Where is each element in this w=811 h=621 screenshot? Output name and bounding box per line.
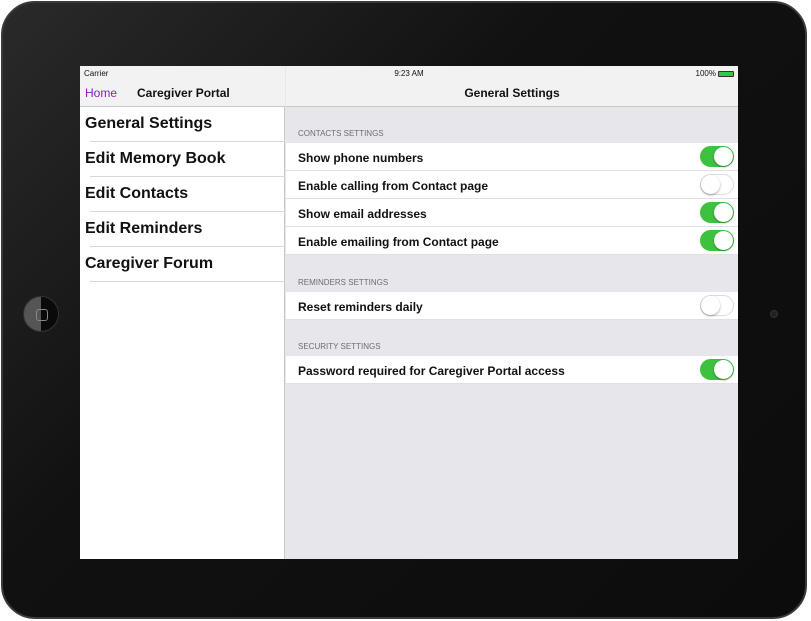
- enable-calling-toggle[interactable]: [700, 174, 734, 195]
- setting-row: Enable emailing from Contact page: [286, 227, 738, 255]
- section-header: SECURITY SETTINGS: [298, 342, 381, 351]
- section-header: REMINDERS SETTINGS: [298, 278, 389, 287]
- sidebar-item-edit-memory-book[interactable]: Edit Memory Book: [80, 142, 285, 177]
- home-back-button[interactable]: Home: [85, 86, 117, 100]
- setting-label: Show phone numbers: [298, 151, 424, 165]
- home-button[interactable]: [23, 296, 59, 332]
- setting-label: Password required for Caregiver Portal a…: [298, 364, 565, 378]
- page-title: General Settings: [464, 86, 560, 100]
- sidebar-item-general-settings[interactable]: General Settings: [80, 107, 285, 142]
- setting-label: Enable calling from Contact page: [298, 179, 489, 193]
- sidebar-item-caregiver-forum[interactable]: Caregiver Forum: [80, 247, 285, 282]
- setting-row: Password required for Caregiver Portal a…: [286, 356, 738, 384]
- home-square-icon: [36, 309, 48, 321]
- password-required-toggle[interactable]: [700, 359, 734, 380]
- clock: 9:23 AM: [394, 69, 424, 78]
- camera-icon: [770, 310, 778, 318]
- setting-label: Reset reminders daily: [298, 300, 423, 314]
- sidebar-item-edit-contacts[interactable]: Edit Contacts: [80, 177, 285, 212]
- setting-row: Enable calling from Contact page: [286, 171, 738, 199]
- show-phone-toggle[interactable]: [700, 146, 734, 167]
- sidebar-item-edit-reminders[interactable]: Edit Reminders: [80, 212, 285, 247]
- section-header: CONTACTS SETTINGS: [298, 129, 384, 138]
- sidebar-title: Caregiver Portal: [137, 86, 230, 100]
- show-email-toggle[interactable]: [700, 202, 734, 223]
- setting-row: Show email addresses: [286, 199, 738, 227]
- setting-label: Show email addresses: [298, 207, 427, 221]
- enable-emailing-toggle[interactable]: [700, 230, 734, 251]
- screen: Carrier 9:23 AM 100% Home Caregiver Port…: [80, 66, 738, 559]
- setting-label: Enable emailing from Contact page: [298, 235, 499, 249]
- battery-icon: [718, 70, 734, 77]
- setting-row: Show phone numbers: [286, 143, 738, 171]
- settings-panel: General Settings CONTACTS SETTINGS Show …: [286, 66, 738, 559]
- sidebar: Home Caregiver Portal General Settings E…: [80, 66, 285, 559]
- battery-percent: 100%: [695, 69, 716, 78]
- reset-reminders-toggle[interactable]: [700, 295, 734, 316]
- setting-row: Reset reminders daily: [286, 292, 738, 320]
- status-bar: Carrier 9:23 AM 100%: [80, 66, 738, 80]
